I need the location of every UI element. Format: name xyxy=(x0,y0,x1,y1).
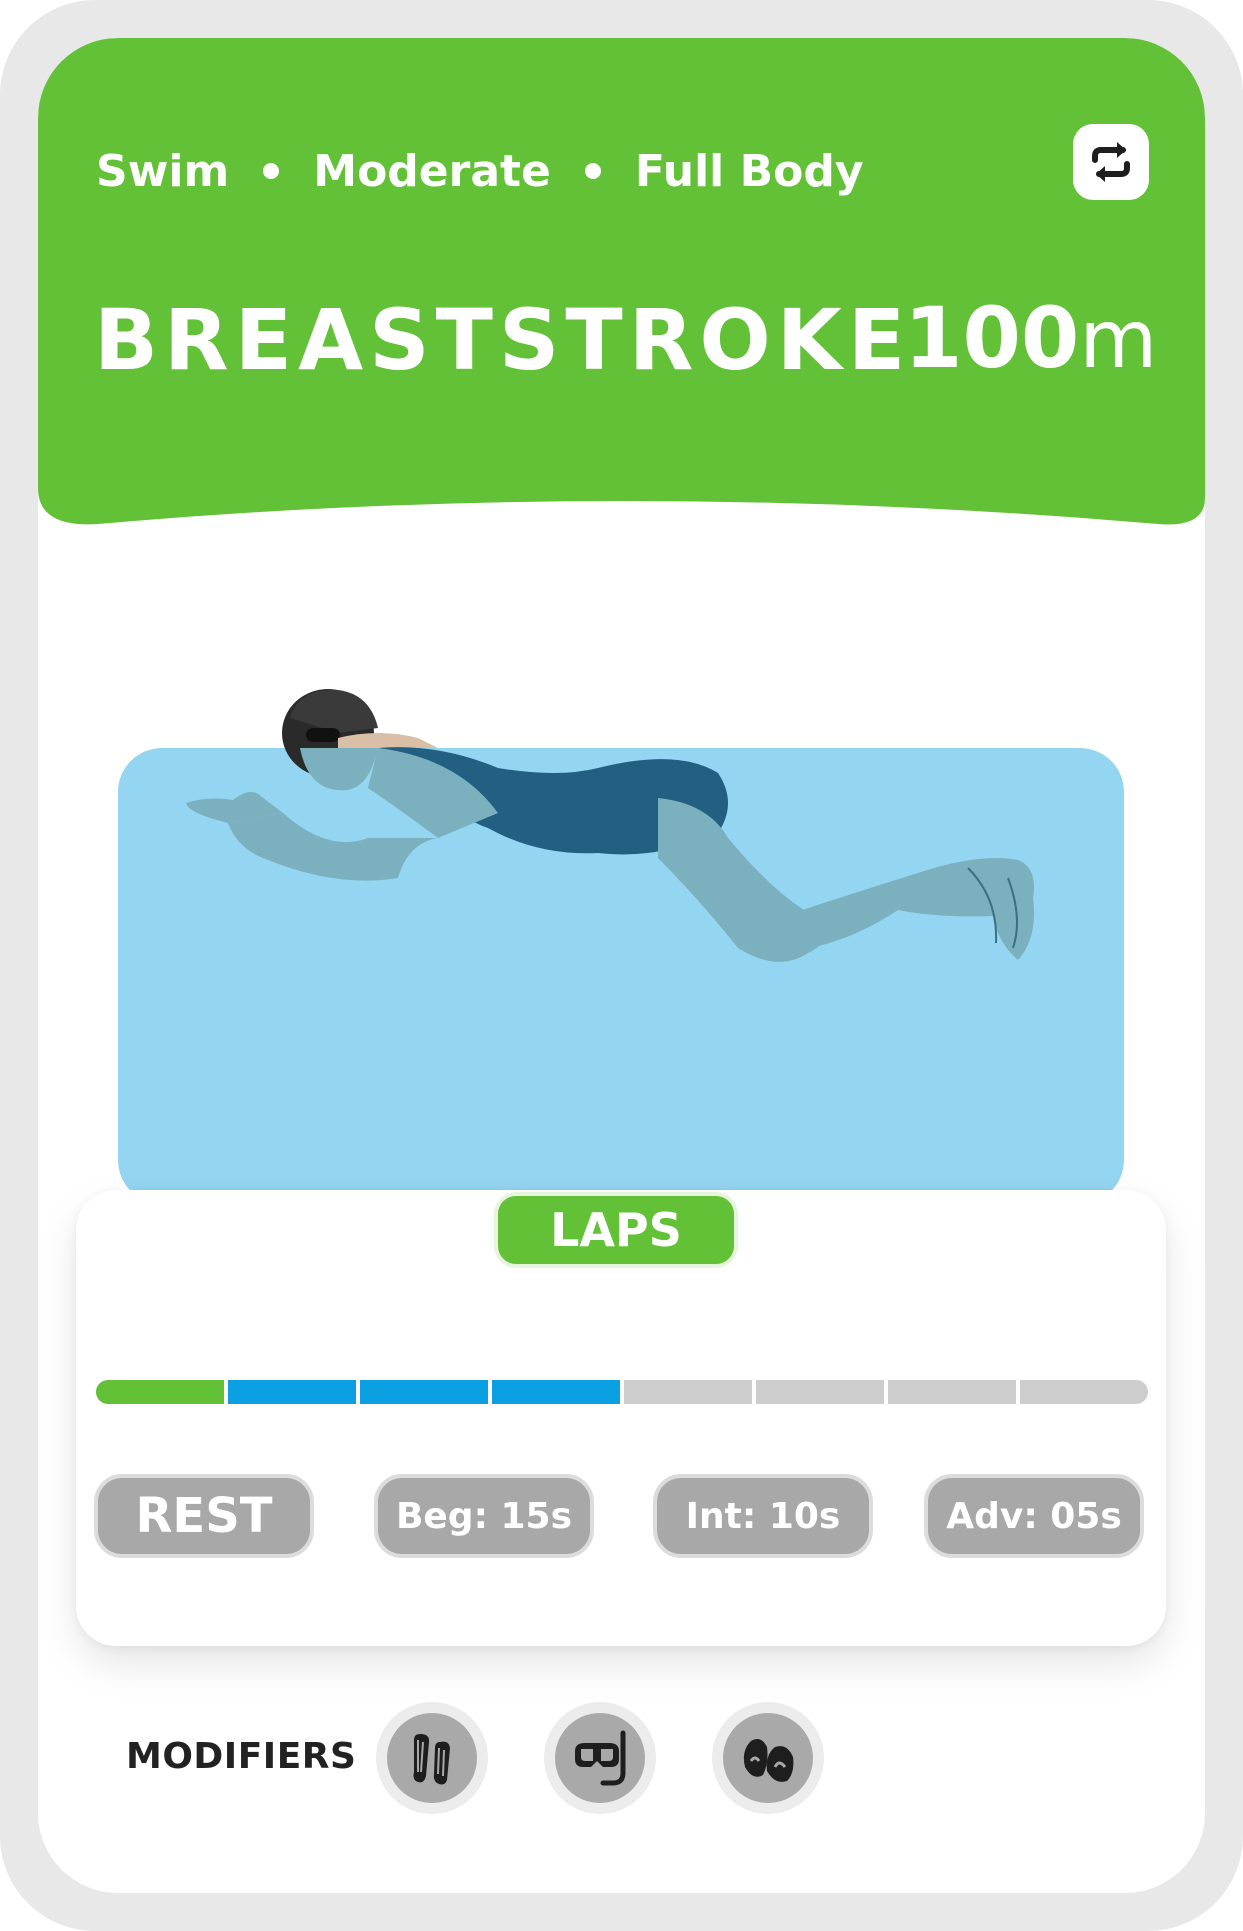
exercise-distance: 100m xyxy=(904,296,1157,380)
exercise-card: Swim Moderate Full Body BREASTSTROKE 100… xyxy=(38,38,1205,1893)
rest-option-advanced[interactable]: Adv: 05s xyxy=(924,1474,1144,1558)
tag-separator xyxy=(263,163,280,179)
lap-segment-todo xyxy=(888,1380,1016,1404)
repeat-button[interactable] xyxy=(1073,124,1149,200)
exercise-tags: Swim Moderate Full Body xyxy=(96,136,864,206)
lap-segment-todo xyxy=(756,1380,884,1404)
rest-option-beginner[interactable]: Beg: 15s xyxy=(374,1474,594,1558)
modifier-fins[interactable] xyxy=(376,1702,488,1814)
modifiers-heading: MODIFIERS : xyxy=(126,1736,400,1777)
tag-target: Full Body xyxy=(634,145,864,197)
modifiers-label: MODIFIERS xyxy=(126,1736,357,1777)
lap-segment-active xyxy=(228,1380,356,1404)
header-banner xyxy=(38,38,1205,525)
swimmer-illustration xyxy=(118,689,1124,1204)
tag-activity: Swim xyxy=(96,145,230,197)
rest-label: REST xyxy=(94,1474,314,1558)
modifier-hand-paddles[interactable] xyxy=(712,1702,824,1814)
rest-option-intermediate[interactable]: Int: 10s xyxy=(653,1474,873,1558)
laps-progress-bar xyxy=(96,1380,1148,1404)
lap-segment-active xyxy=(360,1380,488,1404)
lap-segment-done xyxy=(96,1380,224,1404)
modifier-snorkel[interactable] xyxy=(544,1702,656,1814)
distance-unit: m xyxy=(1079,293,1158,386)
hand-paddles-icon xyxy=(743,1739,794,1782)
tag-separator xyxy=(584,163,601,179)
tag-intensity: Moderate xyxy=(313,145,551,197)
repeat-icon xyxy=(1092,142,1130,182)
fins-icon xyxy=(413,1734,450,1785)
distance-value: 100 xyxy=(904,289,1080,387)
lap-segment-todo xyxy=(624,1380,752,1404)
snorkel-mask-icon xyxy=(575,1730,626,1786)
lap-segment-todo xyxy=(1020,1380,1148,1404)
lap-segment-active xyxy=(492,1380,620,1404)
laps-label: LAPS xyxy=(494,1192,738,1268)
